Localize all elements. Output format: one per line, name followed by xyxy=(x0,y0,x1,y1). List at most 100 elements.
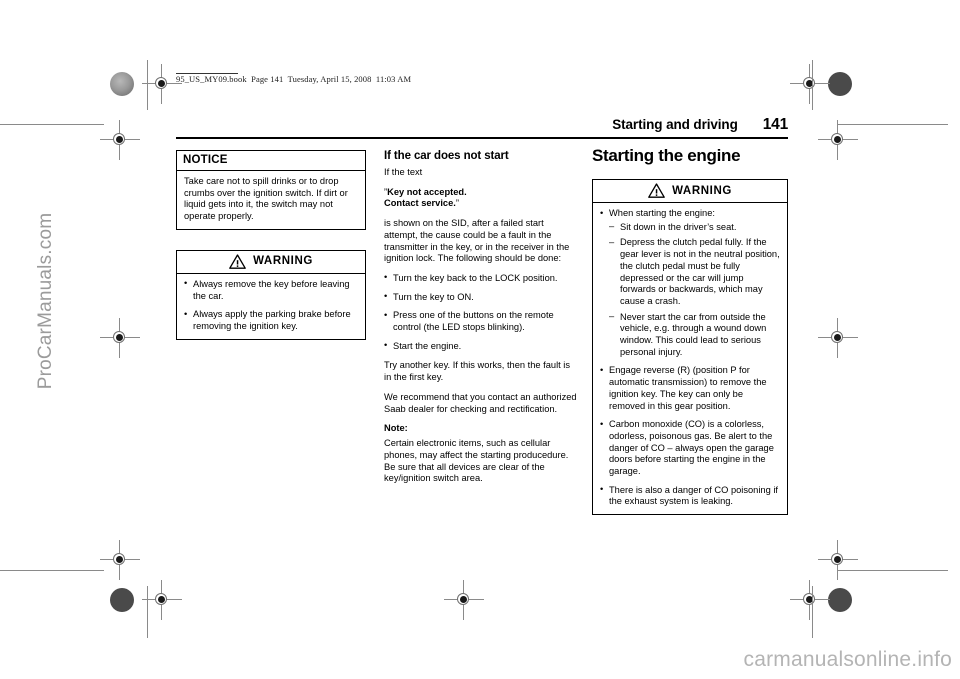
bullet-glyph: • xyxy=(184,308,188,319)
registration-mark-bottom-center xyxy=(444,580,484,620)
registration-mark-bottom-left-inner xyxy=(142,580,182,620)
sub-list: – Sit down in the driver’s seat. – Depre… xyxy=(609,221,780,359)
sub-list-item-text: Sit down in the driver’s seat. xyxy=(620,221,737,232)
right-warning-box-body: • When starting the engine: – Sit down i… xyxy=(593,203,787,514)
trim-line-left-horizontal xyxy=(0,124,104,125)
sid-message-quote: ”Key not accepted. Contact service.” xyxy=(384,187,579,210)
list-item-text: Start the engine. xyxy=(393,340,462,351)
registration-mark-top-left-inner xyxy=(142,64,182,104)
bullet-glyph: • xyxy=(600,484,604,495)
trim-line-bottom-left-horizontal xyxy=(0,570,104,571)
bullet-glyph: • xyxy=(184,278,188,289)
note-text: Certain electronic items, such as cellul… xyxy=(384,438,569,484)
right-column: Starting the engine WARNING • When start… xyxy=(592,146,788,535)
registration-blob-top-left xyxy=(110,72,134,96)
registration-blob-bottom-left xyxy=(110,588,134,612)
dash-glyph: – xyxy=(609,221,615,232)
paragraph-sid-explanation: is shown on the SID, after a failed star… xyxy=(384,218,570,264)
list-item: • Press one of the buttons on the remote… xyxy=(384,310,579,333)
list-item-text: Carbon monoxide (CO) is a colorless, odo… xyxy=(609,419,774,477)
registration-mark-upper-left-outer xyxy=(100,120,140,160)
trim-line-right-vertical xyxy=(812,60,813,110)
notice-box-header: NOTICE xyxy=(177,151,365,171)
page-number: 141 xyxy=(762,116,788,133)
middle-column: If the car does not start If the text ”K… xyxy=(384,150,579,493)
right-warning-list: • When starting the engine: – Sit down i… xyxy=(600,208,780,508)
paragraph-try-another-key: Try another key. If this works, then the… xyxy=(384,360,571,383)
left-column: NOTICE Take care not to spill drinks or … xyxy=(176,150,366,360)
warning-triangle-icon xyxy=(229,254,246,269)
right-warning-box-header: WARNING xyxy=(593,180,787,203)
list-item: • Start the engine. xyxy=(384,340,579,353)
bullet-glyph: • xyxy=(600,364,604,375)
sub-list-item: – Depress the clutch pedal fully. If the… xyxy=(609,237,780,307)
list-item-text: Always remove the key before leaving the… xyxy=(193,278,350,301)
list-item-text: When starting the engine: xyxy=(609,208,715,218)
registration-mark-lower-right-outer xyxy=(818,540,858,580)
watermark-left: ProCarManuals.com xyxy=(35,212,56,390)
dash-glyph: – xyxy=(609,311,615,322)
running-head-title: Starting and driving xyxy=(612,117,738,132)
list-item-text: Press one of the buttons on the remote c… xyxy=(393,310,554,333)
trim-line-right-horizontal xyxy=(838,124,948,125)
registration-mark-top-right-inner xyxy=(790,64,830,104)
page-title-starting-the-engine: Starting the engine xyxy=(592,146,741,165)
section-heading-if-the-car-does-not-start: If the car does not start xyxy=(384,150,509,162)
trim-line-bottom-right-vertical xyxy=(812,586,813,638)
note-label: Note: xyxy=(384,423,408,434)
sid-message-line-1: Key not accepted. xyxy=(387,186,467,197)
running-head: Starting and driving 141 xyxy=(176,116,788,139)
page-canvas: 95_US_MY09.book Page 141 Tuesday, April … xyxy=(0,0,960,679)
trim-line-left-vertical xyxy=(147,60,148,110)
paragraph-dealer-recommendation: We recommend that you contact an authori… xyxy=(384,391,577,414)
sub-list-item-text: Depress the clutch pedal fully. If the g… xyxy=(620,237,780,306)
list-item-text: There is also a danger of CO poisoning i… xyxy=(609,484,778,507)
watermark-bottom-right: carmanualsonline.info xyxy=(743,648,952,671)
left-warning-box-title: WARNING xyxy=(253,255,313,268)
list-item: • Turn the key back to the LOCK position… xyxy=(384,272,579,285)
registration-mark-mid-left xyxy=(100,318,140,358)
registration-mark-mid-right xyxy=(818,318,858,358)
intro-text: If the text xyxy=(384,167,423,177)
left-warning-box-header: WARNING xyxy=(177,251,365,274)
registration-mark-lower-left-outer xyxy=(100,540,140,580)
notice-box-text: Take care not to spill drinks or to drop… xyxy=(184,176,348,222)
book-header-text: 95_US_MY09.book Page 141 Tuesday, April … xyxy=(176,74,412,84)
list-item: • Carbon monoxide (CO) is a colorless, o… xyxy=(600,419,780,478)
dash-glyph: – xyxy=(609,236,615,247)
list-item: • Always apply the parking brake before … xyxy=(184,309,358,332)
list-item-text: Turn the key to ON. xyxy=(393,291,474,302)
registration-mark-bottom-right-inner xyxy=(790,580,830,620)
list-item: • Engage reverse (R) (position P for aut… xyxy=(600,365,780,412)
notice-box-body: Take care not to spill drinks or to drop… xyxy=(177,171,365,229)
list-item: • There is also a danger of CO poisoning… xyxy=(600,484,780,508)
sid-message-line-2: Contact service. xyxy=(384,198,456,209)
quote-close-glyph: ” xyxy=(455,198,459,209)
list-item-text: Engage reverse (R) (position P for autom… xyxy=(609,365,767,411)
trim-line-bottom-left-vertical xyxy=(147,586,148,638)
bullet-glyph: • xyxy=(384,309,388,320)
bullet-glyph: • xyxy=(384,272,388,283)
left-warning-box-body: • Always remove the key before leaving t… xyxy=(177,274,365,339)
bullet-glyph: • xyxy=(384,291,388,302)
bullet-glyph: • xyxy=(600,418,604,429)
sub-list-item: – Never start the car from outside the v… xyxy=(609,311,780,359)
right-warning-box-title: WARNING xyxy=(672,184,732,197)
notice-box: NOTICE Take care not to spill drinks or … xyxy=(176,150,366,230)
list-item: • When starting the engine: – Sit down i… xyxy=(600,208,780,358)
registration-blob-top-right xyxy=(828,72,852,96)
registration-blob-bottom-right xyxy=(828,588,852,612)
list-item: • Always remove the key before leaving t… xyxy=(184,278,358,302)
list-item-text: Always apply the parking brake before re… xyxy=(193,309,351,331)
running-head-rule xyxy=(176,137,788,139)
right-warning-box: WARNING • When starting the engine: – Si… xyxy=(592,179,788,516)
left-warning-box: WARNING • Always remove the key before l… xyxy=(176,249,366,340)
list-item: • Turn the key to ON. xyxy=(384,291,579,304)
registration-mark-upper-right-outer xyxy=(818,120,858,160)
list-item-text: Turn the key back to the LOCK position. xyxy=(393,272,558,283)
bullet-glyph: • xyxy=(384,340,388,351)
sub-list-item: – Sit down in the driver’s seat. xyxy=(609,221,780,234)
left-warning-list: • Always remove the key before leaving t… xyxy=(184,278,358,333)
bullet-glyph: • xyxy=(600,207,604,218)
sub-list-item-text: Never start the car from outside the veh… xyxy=(620,311,767,357)
